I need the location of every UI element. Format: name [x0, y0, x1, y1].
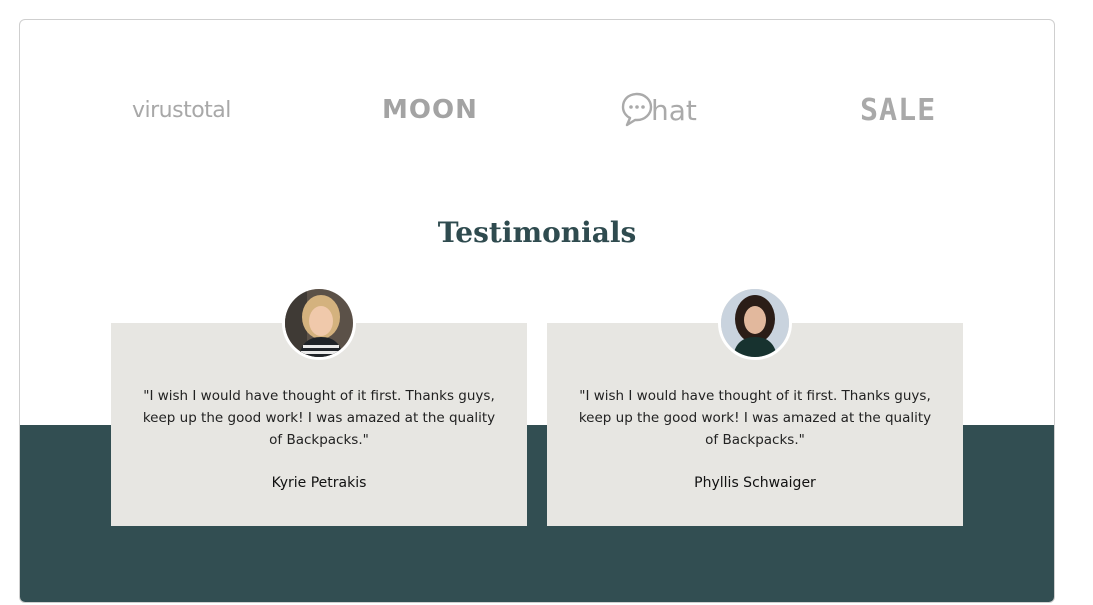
testimonial-card: "I wish I would have thought of it first…	[111, 286, 527, 526]
page-frame: virustotal MOON hat SALE Testimonials "I…	[19, 19, 1055, 603]
logo-chat-text: hat	[651, 93, 697, 127]
testimonial-author: Phyllis Schwaiger	[694, 475, 816, 491]
testimonial-quote: "I wish I would have thought of it first…	[578, 388, 932, 448]
logo-moon-text: MOON	[382, 95, 478, 125]
testimonial-card: "I wish I would have thought of it first…	[547, 286, 963, 526]
logo-chat[interactable]: hat	[620, 90, 697, 130]
testimonial-author: Kyrie Petrakis	[271, 475, 367, 491]
testimonial-quote: "I wish I would have thought of it first…	[142, 388, 496, 448]
testimonials-heading: Testimonials	[437, 216, 637, 249]
logo-virustotal-text: virustotal	[132, 97, 231, 123]
logo-virustotal[interactable]: virustotal	[132, 90, 231, 130]
logo-moon[interactable]: MOON	[382, 90, 478, 130]
logo-sale[interactable]: SALE	[860, 90, 936, 130]
logo-sale-text: SALE	[860, 92, 937, 128]
avatar-kyrie-petrakis	[282, 286, 356, 360]
avatar-phyllis-schwaiger	[718, 286, 792, 360]
chat-bubble-icon	[621, 92, 653, 127]
